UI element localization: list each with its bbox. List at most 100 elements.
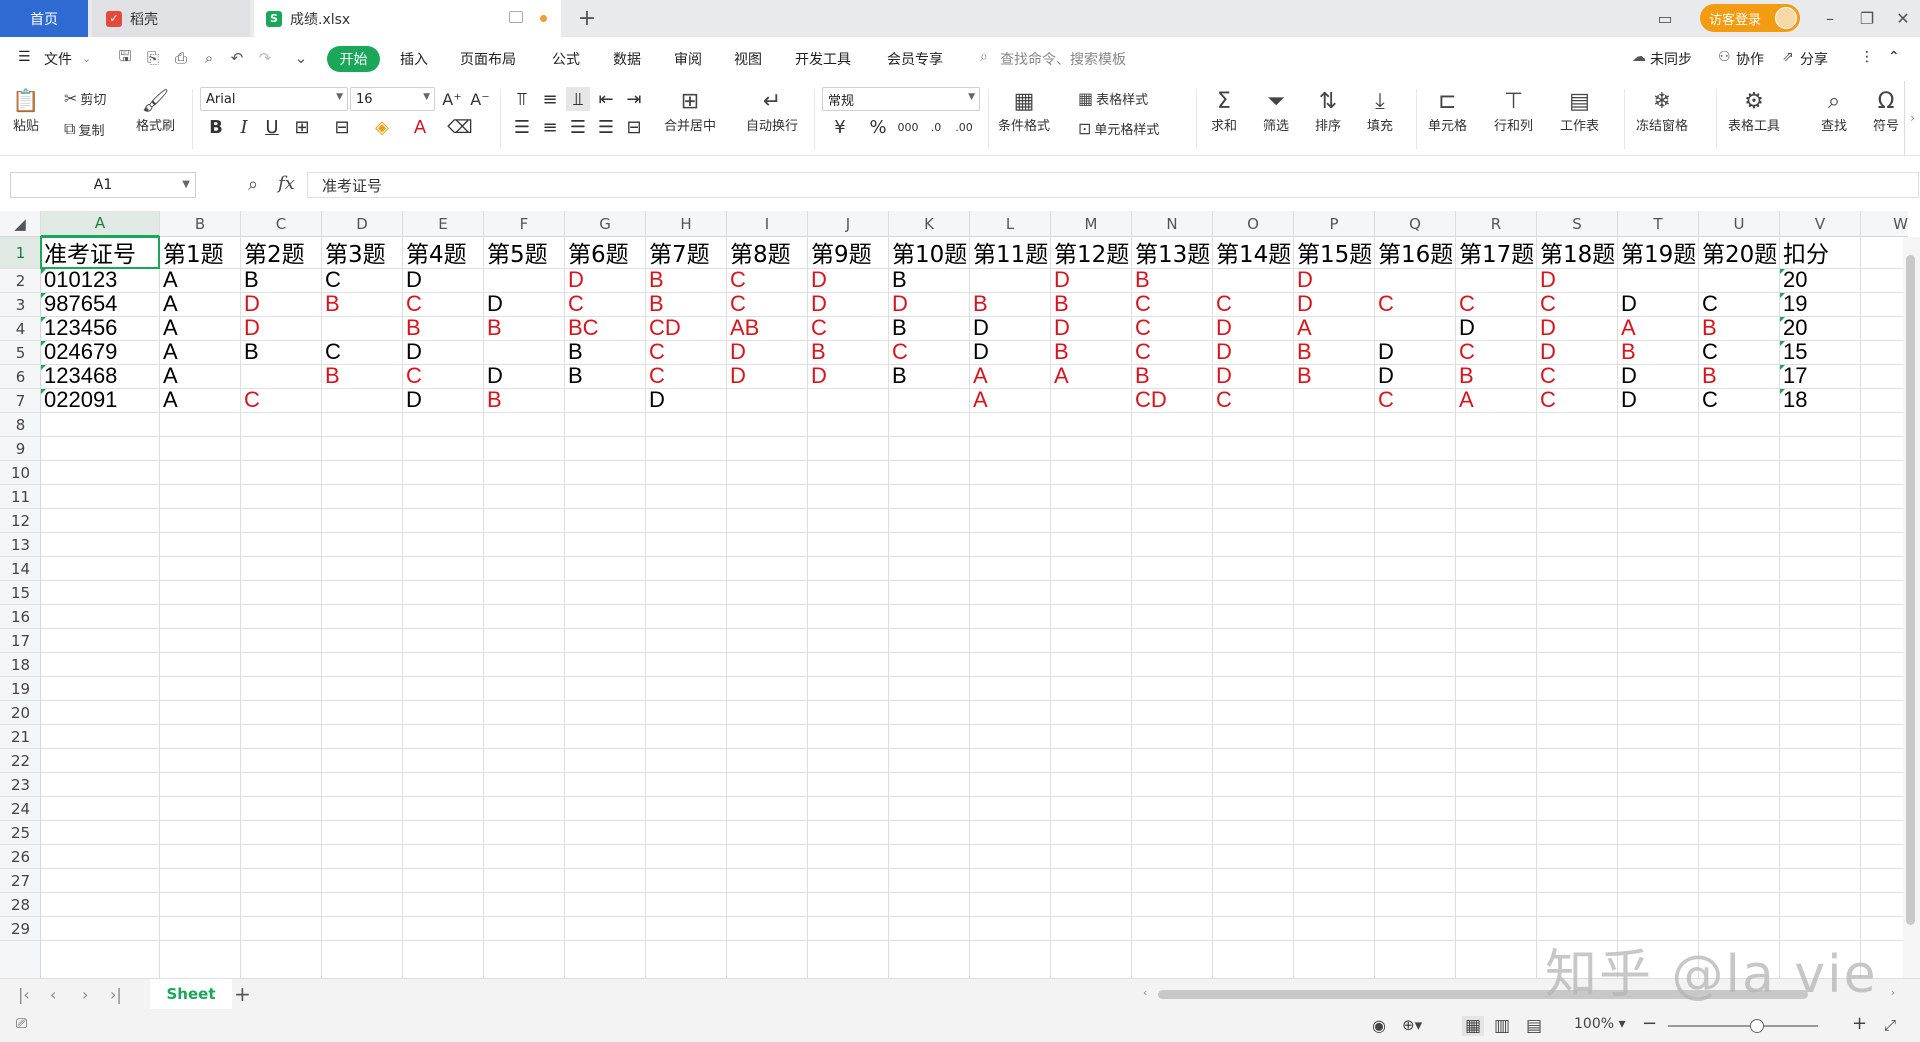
bold-icon[interactable]: B xyxy=(204,115,228,139)
cell-c7[interactable]: C xyxy=(241,389,322,413)
column-header-l[interactable]: L xyxy=(970,211,1051,237)
cell-v7[interactable]: 18 xyxy=(1780,389,1861,413)
cell-j5[interactable]: B xyxy=(808,341,889,365)
cell-j4[interactable]: C xyxy=(808,317,889,341)
cell-c1[interactable]: 第2题 xyxy=(241,237,322,269)
row-header-12[interactable]: 12 xyxy=(0,509,41,533)
row-header-20[interactable]: 20 xyxy=(0,701,41,725)
cell-o5[interactable]: D xyxy=(1213,341,1294,365)
zoom-level[interactable]: 100% ▾ xyxy=(1574,1016,1626,1032)
minimize-icon[interactable]: – xyxy=(1815,6,1845,30)
cell-q6[interactable]: D xyxy=(1375,365,1456,389)
cell-q3[interactable]: C xyxy=(1375,293,1456,317)
formula-input[interactable]: 准考证号 xyxy=(307,172,1919,198)
fullscreen-icon[interactable]: ⤢ xyxy=(1884,1016,1896,1034)
cell-b7[interactable]: A xyxy=(160,389,241,413)
cell-u1[interactable]: 第20题 xyxy=(1699,237,1780,269)
cell-k6[interactable]: B xyxy=(889,365,970,389)
distributed-icon[interactable]: ⊟ xyxy=(622,115,646,139)
cell-u5[interactable]: C xyxy=(1699,341,1780,365)
row-header-18[interactable]: 18 xyxy=(0,653,41,677)
screen-icon[interactable]: ⎚ xyxy=(16,1016,27,1032)
zoom-slider-knob[interactable] xyxy=(1750,1019,1764,1033)
cell-r3[interactable]: C xyxy=(1456,293,1537,317)
cell-f3[interactable]: D xyxy=(484,293,565,317)
underline-icon[interactable]: U xyxy=(260,115,284,139)
font-name-select[interactable]: Arial ▼ xyxy=(200,87,348,111)
cell-s2[interactable]: D xyxy=(1537,269,1618,293)
cell-o7[interactable]: C xyxy=(1213,389,1294,413)
more-icon[interactable]: ⋮ xyxy=(1860,49,1874,65)
cell-c5[interactable]: B xyxy=(241,341,322,365)
row-header-25[interactable]: 25 xyxy=(0,821,41,845)
cell-i1[interactable]: 第8题 xyxy=(727,237,808,269)
cell-button[interactable]: ⊏ 单元格 xyxy=(1428,87,1467,135)
cell-d6[interactable]: B xyxy=(322,365,403,389)
align-right-icon[interactable]: ☰ xyxy=(566,115,590,139)
cut-button[interactable]: ✂ 剪切 xyxy=(64,89,106,108)
input-method-icon[interactable]: ⊕▾ xyxy=(1402,1016,1422,1034)
cell-k1[interactable]: 第10题 xyxy=(889,237,970,269)
cell-h5[interactable]: C xyxy=(646,341,727,365)
cell-t4[interactable]: A xyxy=(1618,317,1699,341)
cell-v5[interactable]: 15 xyxy=(1780,341,1861,365)
cell-k3[interactable]: D xyxy=(889,293,970,317)
export-icon[interactable]: ⎘ xyxy=(144,49,162,67)
cell-i2[interactable]: C xyxy=(727,269,808,293)
decrease-font-icon[interactable]: A⁻ xyxy=(468,87,492,111)
cell-d5[interactable]: C xyxy=(322,341,403,365)
cell-q5[interactable]: D xyxy=(1375,341,1456,365)
cell-g4[interactable]: BC xyxy=(565,317,646,341)
cell-f7[interactable]: B xyxy=(484,389,565,413)
column-header-g[interactable]: G xyxy=(565,211,646,237)
row-col-button[interactable]: ⊤ 行和列 xyxy=(1494,87,1533,135)
last-sheet-icon[interactable]: ›| xyxy=(110,985,122,1004)
cell-n7[interactable]: CD xyxy=(1132,389,1213,413)
cell-r7[interactable]: A xyxy=(1456,389,1537,413)
cell-v4[interactable]: 20 xyxy=(1780,317,1861,341)
cell-c3[interactable]: D xyxy=(241,293,322,317)
increase-decimal-icon[interactable]: .0 xyxy=(924,115,948,139)
row-header-1[interactable]: 1 xyxy=(0,237,41,269)
row-header-29[interactable]: 29 xyxy=(0,917,41,941)
column-header-n[interactable]: N xyxy=(1132,211,1213,237)
cell-p2[interactable]: D xyxy=(1294,269,1375,293)
row-header-26[interactable]: 26 xyxy=(0,845,41,869)
row-header-14[interactable]: 14 xyxy=(0,557,41,581)
cell-style-button[interactable]: ⊡ 单元格样式 xyxy=(1078,119,1159,138)
cell-q1[interactable]: 第16题 xyxy=(1375,237,1456,269)
column-header-b[interactable]: B xyxy=(160,211,241,237)
cell-u7[interactable]: C xyxy=(1699,389,1780,413)
cell-i3[interactable]: C xyxy=(727,293,808,317)
cell-m1[interactable]: 第12题 xyxy=(1051,237,1132,269)
cell-i5[interactable]: D xyxy=(727,341,808,365)
cell-b1[interactable]: 第1题 xyxy=(160,237,241,269)
cell-t1[interactable]: 第19题 xyxy=(1618,237,1699,269)
column-header-i[interactable]: I xyxy=(727,211,808,237)
border-icon[interactable]: ⊞ xyxy=(290,115,314,139)
cell-f4[interactable]: B xyxy=(484,317,565,341)
cell-t5[interactable]: B xyxy=(1618,341,1699,365)
scroll-right-icon[interactable]: › xyxy=(1891,986,1895,999)
cell-j2[interactable]: D xyxy=(808,269,889,293)
cell-o3[interactable]: C xyxy=(1213,293,1294,317)
tab-home[interactable]: 首页 xyxy=(0,0,88,37)
cell-e6[interactable]: C xyxy=(403,365,484,389)
menu-data[interactable]: 数据 xyxy=(613,49,641,69)
cell-a7[interactable]: 022091 xyxy=(41,389,160,413)
zoom-search-icon[interactable]: ⌕ xyxy=(248,174,258,195)
cell-a5[interactable]: 024679 xyxy=(41,341,160,365)
row-header-28[interactable]: 28 xyxy=(0,893,41,917)
row-header-4[interactable]: 4 xyxy=(0,317,41,341)
percent-icon[interactable]: % xyxy=(866,115,890,139)
cell-m2[interactable]: D xyxy=(1051,269,1132,293)
column-header-w[interactable]: W xyxy=(1861,211,1908,237)
monitor-icon[interactable] xyxy=(509,11,523,23)
cell-s4[interactable]: D xyxy=(1537,317,1618,341)
fx-icon[interactable]: fx xyxy=(278,173,295,194)
collapse-ribbon-icon[interactable]: ⌃ xyxy=(1888,49,1900,65)
cell-i4[interactable]: AB xyxy=(727,317,808,341)
visitor-login-button[interactable]: 访客登录 xyxy=(1700,4,1800,32)
symbol-button[interactable]: Ω 符号 xyxy=(1872,87,1900,135)
menu-view[interactable]: 视图 xyxy=(734,49,762,69)
